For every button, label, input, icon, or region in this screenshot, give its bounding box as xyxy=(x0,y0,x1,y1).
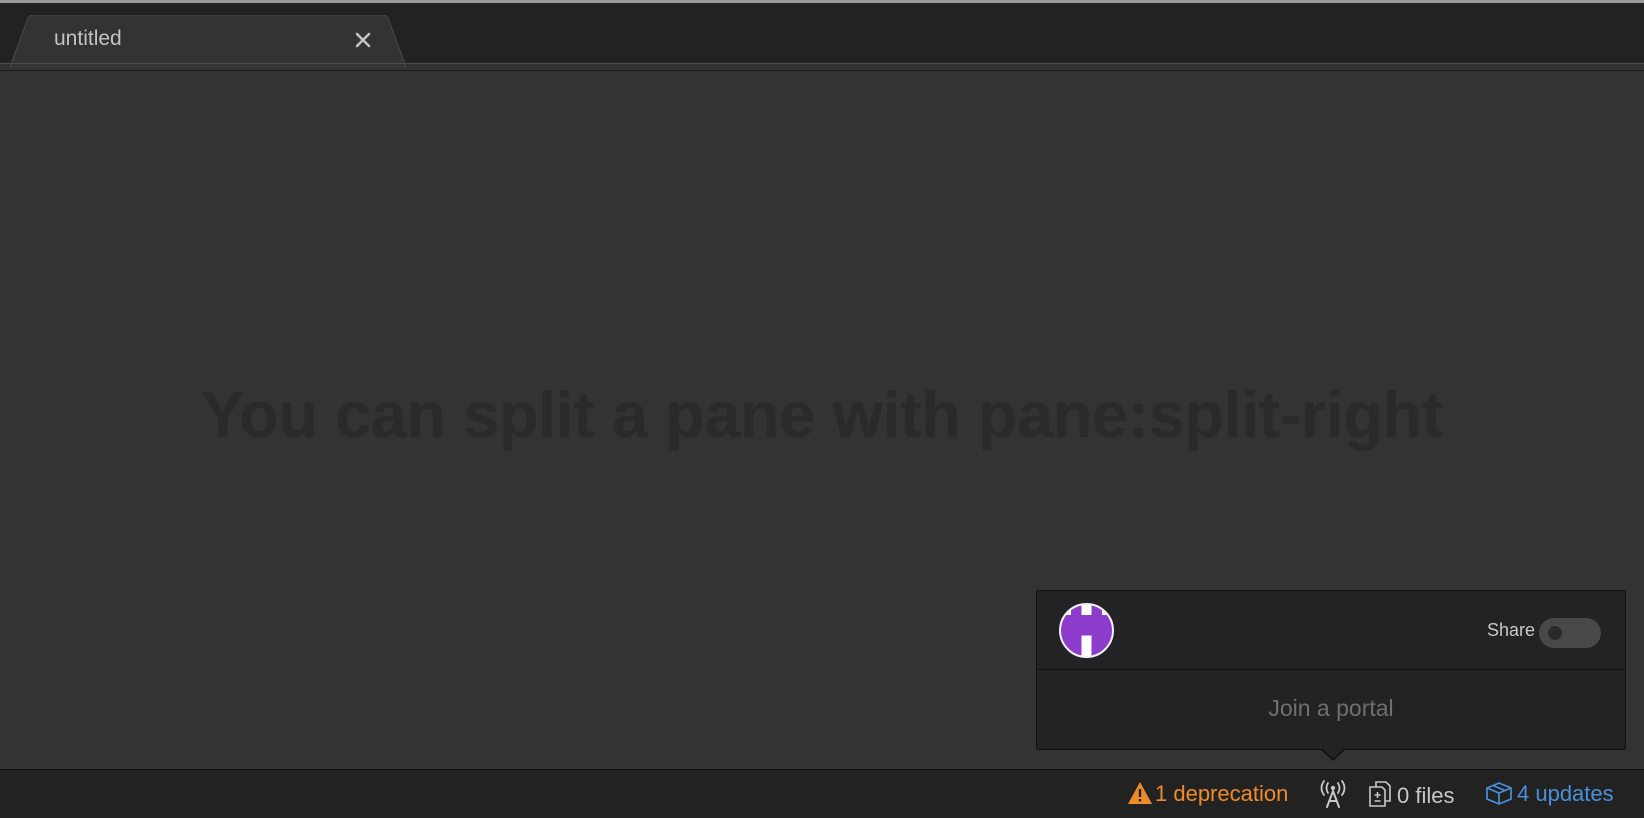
close-icon[interactable] xyxy=(352,29,374,51)
broadcast-antenna-icon[interactable] xyxy=(1318,780,1348,814)
teletype-popover: Share Join a portal xyxy=(1036,590,1626,750)
status-bar: 1 deprecation 0 files 4 updates xyxy=(0,769,1644,818)
empty-pane-hint: You can split a pane with pane:split-rig… xyxy=(201,378,1443,451)
updates-label: 4 updates xyxy=(1517,781,1614,806)
share-label: Share xyxy=(1487,620,1536,640)
files-label: 0 files xyxy=(1397,783,1455,808)
join-portal-button[interactable]: Join a portal xyxy=(1037,695,1625,722)
files-status[interactable]: 0 files xyxy=(1369,781,1454,809)
file-diff-icon xyxy=(1369,781,1391,807)
popover-arrow-inner xyxy=(1322,748,1344,759)
share-toggle-knob xyxy=(1548,626,1562,640)
atom-editor-window: untitled You can split a pane with pane:… xyxy=(0,0,1644,818)
tab-untitled[interactable]: untitled xyxy=(10,15,415,67)
deprecation-status[interactable]: 1 deprecation xyxy=(1127,781,1288,807)
deprecation-label: 1 deprecation xyxy=(1155,781,1289,806)
package-icon xyxy=(1486,782,1512,805)
identicon-avatar xyxy=(1059,603,1114,658)
updates-status[interactable]: 4 updates xyxy=(1485,781,1614,807)
popover-header: Share xyxy=(1037,591,1625,670)
share-toggle[interactable] xyxy=(1539,618,1601,648)
tab-bar: untitled xyxy=(0,3,1644,67)
tab-title: untitled xyxy=(54,27,122,50)
warning-icon xyxy=(1128,782,1152,804)
tab-bar-divider xyxy=(0,63,1644,64)
